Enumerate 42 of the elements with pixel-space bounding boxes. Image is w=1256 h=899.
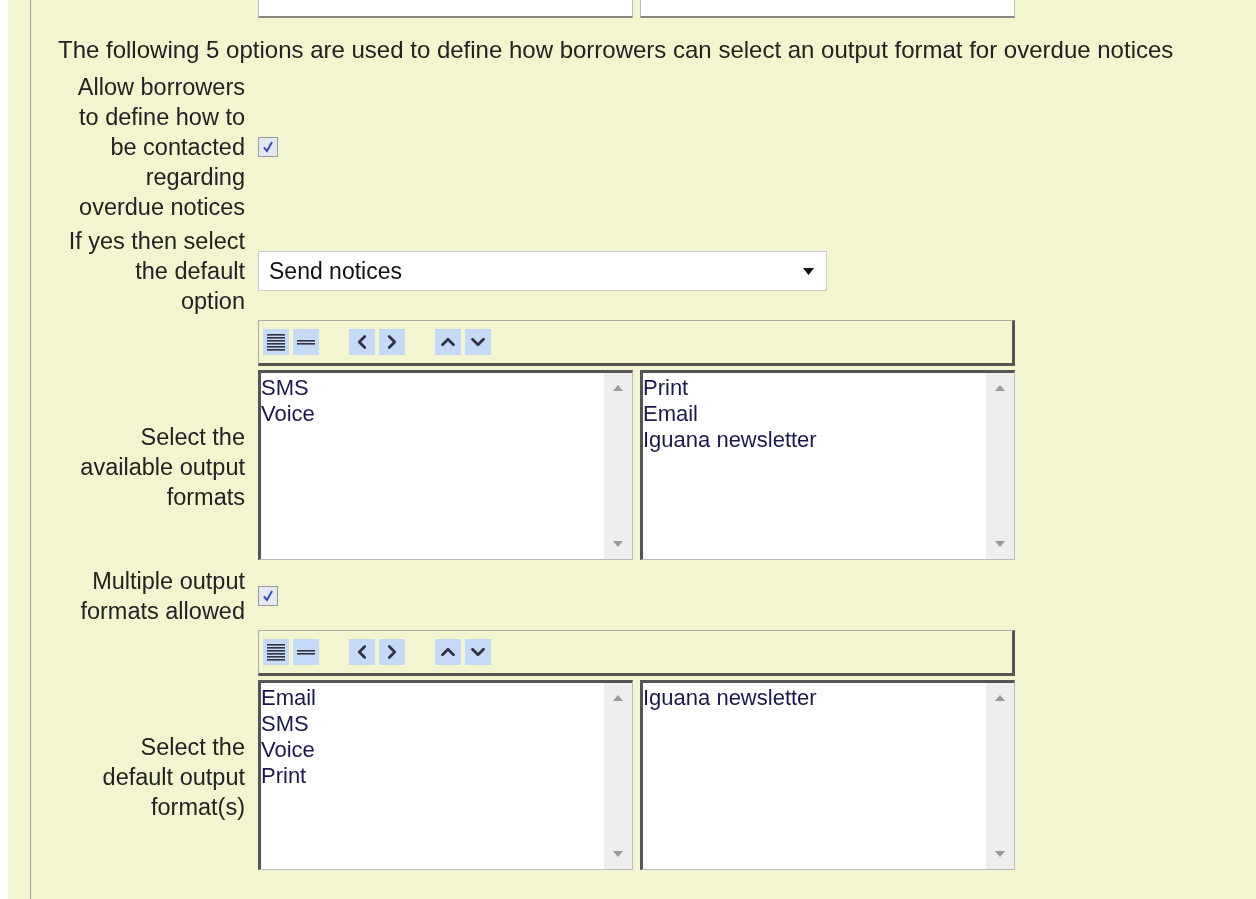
many-lines-icon <box>266 333 286 351</box>
field-label: If yes then select the default option <box>67 227 245 316</box>
move-right-button[interactable] <box>379 639 405 665</box>
list-item[interactable]: Print <box>261 763 604 789</box>
two-lines-icon <box>296 339 316 345</box>
deselect-all-button[interactable] <box>293 329 319 355</box>
list-box[interactable]: Email SMS Voice Print <box>258 680 633 870</box>
list-item[interactable]: Voice <box>261 737 604 763</box>
caret-icon <box>803 267 814 275</box>
list-item[interactable]: Voice <box>261 401 604 427</box>
select-all-button[interactable] <box>263 639 289 665</box>
checkbox[interactable] <box>258 586 278 606</box>
check-icon <box>262 590 274 602</box>
select-all-button[interactable] <box>263 329 289 355</box>
field-label: Select the available output formats <box>79 423 245 512</box>
checkbox[interactable] <box>258 137 278 157</box>
field-label: Allow borrowers to define how to be contacted regarding overdue notices <box>76 73 245 222</box>
field-label: Select the default output format(s) <box>101 733 245 822</box>
list-box[interactable]: Print Email Iguana newsletter <box>640 370 1015 560</box>
deselect-all-button[interactable] <box>293 639 319 665</box>
list-item[interactable]: Print <box>643 375 986 401</box>
move-right-button[interactable] <box>379 329 405 355</box>
move-down-button[interactable] <box>465 329 491 355</box>
dropdown[interactable]: Send notices <box>258 251 827 291</box>
list-item[interactable]: Email <box>261 685 604 711</box>
many-lines-icon <box>266 643 286 661</box>
move-up-button[interactable] <box>435 329 461 355</box>
list-item[interactable]: Iguana newsletter <box>643 685 986 711</box>
list-item[interactable]: Email <box>643 401 986 427</box>
two-lines-icon <box>296 649 316 655</box>
list-item[interactable]: SMS <box>261 375 604 401</box>
list-box[interactable]: SMS Voice <box>258 370 633 560</box>
check-icon <box>262 141 274 153</box>
list-item[interactable]: Iguana newsletter <box>643 427 986 453</box>
move-left-button[interactable] <box>349 329 375 355</box>
intro-text: The following 5 options are used to define how borrowers can select an output format for overdue notices <box>58 36 1175 64</box>
move-up-button[interactable] <box>435 639 461 665</box>
field-label: Multiple output formats allowed <box>79 567 245 626</box>
move-down-button[interactable] <box>465 639 491 665</box>
list-box[interactable]: Iguana newsletter <box>640 680 1015 870</box>
list-item[interactable]: SMS <box>261 711 604 737</box>
move-left-button[interactable] <box>349 639 375 665</box>
